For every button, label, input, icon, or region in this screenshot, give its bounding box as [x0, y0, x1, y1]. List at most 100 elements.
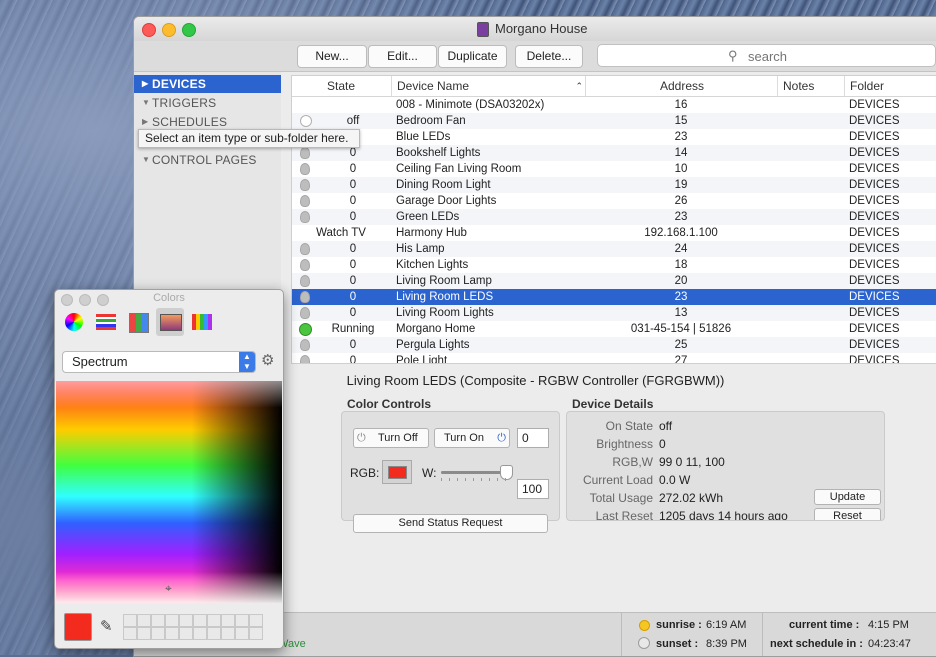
empty-swatch[interactable]	[235, 614, 249, 627]
duplicate-button[interactable]: Duplicate	[438, 45, 507, 68]
device-name-cell: Bedroom Fan	[396, 115, 466, 127]
table-row[interactable]: 0 Pole Light 27 DEVICES	[292, 353, 936, 364]
device-detail-label: RGB,W	[612, 455, 653, 469]
table-row[interactable]: 0 Bookshelf Lights 14 DEVICES	[292, 145, 936, 161]
folder-cell: DEVICES	[849, 355, 900, 364]
empty-swatch[interactable]	[165, 614, 179, 627]
current-color-swatch[interactable]	[64, 613, 92, 641]
turn-on-button[interactable]: Turn On ⏻	[434, 428, 510, 448]
delete-button[interactable]: Delete...	[515, 45, 583, 68]
title-bar[interactable]: Morgano House	[134, 17, 936, 41]
state-cell: 0	[292, 177, 390, 193]
rgb-color-swatch	[388, 466, 407, 479]
folder-cell: DEVICES	[849, 307, 900, 319]
eyedropper-icon[interactable]: ✎	[100, 617, 113, 635]
table-row[interactable]: off Bedroom Fan 15 DEVICES	[292, 113, 936, 129]
state-value: 0	[349, 243, 357, 255]
column-header-name[interactable]: Device Name ⌃	[391, 76, 591, 96]
empty-swatch[interactable]	[221, 614, 235, 627]
empty-swatch[interactable]	[207, 614, 221, 627]
empty-swatch[interactable]	[137, 614, 151, 627]
table-row[interactable]: 0 Kitchen Lights 18 DEVICES	[292, 257, 936, 273]
color-spectrum[interactable]: ⌖	[56, 381, 282, 603]
state-value: Watch TV	[316, 227, 366, 239]
empty-swatch[interactable]	[179, 614, 193, 627]
empty-swatch[interactable]	[123, 614, 137, 627]
send-status-request-button[interactable]: Send Status Request	[353, 514, 548, 533]
device-name-cell: Garage Door Lights	[396, 195, 497, 207]
empty-swatch[interactable]	[193, 627, 207, 640]
sunset-moon-icon	[638, 637, 650, 649]
table-row[interactable]: 0 His Lamp 24 DEVICES	[292, 241, 936, 257]
state-value: 0	[349, 195, 357, 207]
minimize-button[interactable]	[162, 23, 176, 37]
w-slider-track[interactable]	[441, 465, 513, 480]
empty-swatch[interactable]	[151, 627, 165, 640]
empty-swatch[interactable]	[249, 627, 263, 640]
zoom-button[interactable]	[182, 23, 196, 37]
device-name-cell: His Lamp	[396, 243, 445, 255]
search-field[interactable]: ⚲	[597, 44, 936, 67]
sunrise-icon	[639, 620, 650, 631]
empty-swatch[interactable]	[123, 627, 137, 640]
empty-swatch[interactable]	[221, 627, 235, 640]
color-sliders-tab[interactable]	[92, 308, 120, 336]
sidebar-item-control-pages[interactable]: ▼ CONTROL PAGES	[134, 151, 281, 169]
device-name-cell: Dining Room Light	[396, 179, 491, 191]
spectrum-mode-select[interactable]: Spectrum ▲ ▼	[62, 351, 256, 373]
folder-cell: DEVICES	[849, 323, 900, 335]
pencils-tab[interactable]	[188, 308, 216, 336]
close-button[interactable]	[142, 23, 156, 37]
search-input[interactable]	[746, 47, 930, 66]
table-row[interactable]: 008 - Minimote (DSA03202x) 16 DEVICES	[292, 97, 936, 113]
w-value-field[interactable]: 100	[517, 479, 549, 499]
device-table[interactable]: State Device Name ⌃ Address Notes Folder…	[291, 75, 936, 364]
image-palettes-icon	[160, 314, 182, 331]
table-row[interactable]: 0 Living Room Lights 13 DEVICES	[292, 305, 936, 321]
empty-swatch[interactable]	[165, 627, 179, 640]
folder-cell: DEVICES	[849, 147, 900, 159]
new-button[interactable]: New...	[297, 45, 367, 68]
turn-off-button[interactable]: ⏻ Turn Off	[353, 428, 429, 448]
state-cell: 0	[292, 241, 390, 257]
folder-cell: DEVICES	[849, 339, 900, 351]
table-row[interactable]: 0 Green LEDs 23 DEVICES	[292, 209, 936, 225]
empty-swatch[interactable]	[179, 627, 193, 640]
table-row[interactable]: 0 Ceiling Fan Living Room 10 DEVICES	[292, 161, 936, 177]
table-row[interactable]: 0 Living Room Lamp 20 DEVICES	[292, 273, 936, 289]
empty-swatch[interactable]	[249, 614, 263, 627]
table-row[interactable]: 0 Pergula Lights 25 DEVICES	[292, 337, 936, 353]
disclosure-down-icon: ▼	[142, 155, 151, 164]
state-cell: 0	[292, 257, 390, 273]
empty-swatch[interactable]	[151, 614, 165, 627]
table-row[interactable]: 0 Dining Room Light 19 DEVICES	[292, 177, 936, 193]
address-cell: 20	[674, 275, 688, 287]
sidebar-item-devices[interactable]: ▶ DEVICES	[134, 75, 281, 93]
empty-swatch[interactable]	[137, 627, 151, 640]
empty-swatch[interactable]	[207, 627, 221, 640]
sidebar-item-triggers[interactable]: ▼ TRIGGERS	[134, 94, 281, 112]
color-wheel-tab[interactable]	[60, 308, 88, 336]
table-row[interactable]: 0 Garage Door Lights 26 DEVICES	[292, 193, 936, 209]
brightness-field[interactable]: 0	[517, 428, 549, 448]
column-header-state[interactable]: State	[292, 76, 390, 96]
edit-button[interactable]: Edit...	[368, 45, 437, 68]
color-palettes-tab[interactable]	[124, 308, 152, 336]
disclosure-right-icon: ▶	[142, 79, 149, 88]
empty-swatch[interactable]	[193, 614, 207, 627]
gear-icon[interactable]: ⚙	[261, 351, 274, 369]
device-name-cell: Living Room Lights	[396, 307, 494, 319]
table-row[interactable]: 0Blue LEDs23DEVICES	[292, 129, 936, 145]
update-button[interactable]: Update	[814, 489, 881, 505]
reset-button[interactable]: Reset	[814, 508, 881, 520]
rgb-color-well[interactable]	[382, 460, 412, 484]
table-row[interactable]: Running Morgano Home 031-45-154 | 51826 DEV…	[292, 321, 936, 337]
image-palettes-tab[interactable]	[156, 308, 184, 336]
column-header-address[interactable]: Address	[585, 76, 778, 96]
column-header-folder[interactable]: Folder	[844, 76, 936, 96]
empty-swatch[interactable]	[235, 627, 249, 640]
column-header-notes[interactable]: Notes	[777, 76, 849, 96]
table-row[interactable]: 0 Living Room LEDS 23 DEVICES	[292, 289, 936, 305]
table-row[interactable]: Watch TV Harmony Hub 192.168.1.100 DEVICES	[292, 225, 936, 241]
state-cell: 0	[292, 193, 390, 209]
